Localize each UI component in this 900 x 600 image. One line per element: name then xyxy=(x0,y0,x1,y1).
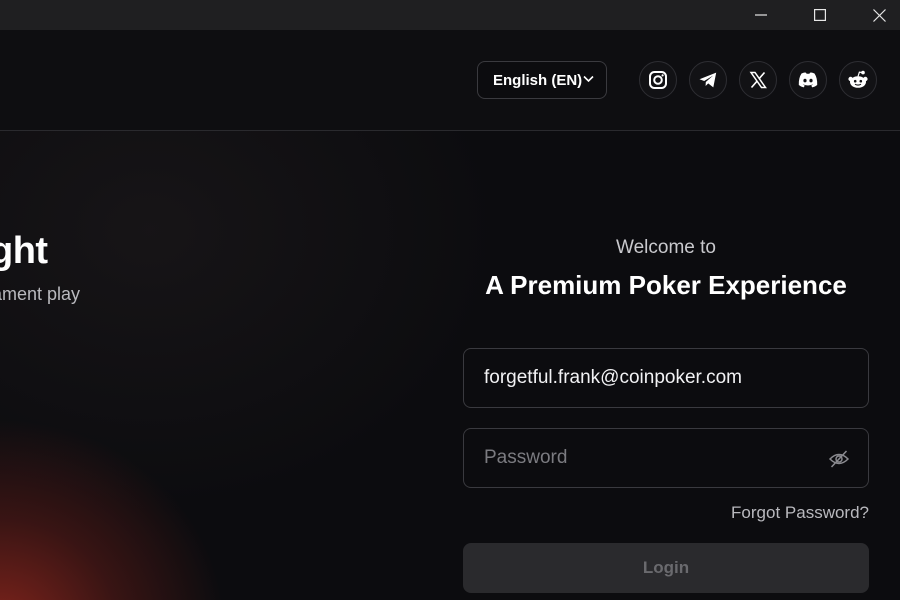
minimize-icon xyxy=(755,14,767,16)
reddit-icon xyxy=(848,70,868,88)
login-button[interactable]: Login xyxy=(463,543,869,593)
telegram-icon xyxy=(699,72,717,88)
maximize-button[interactable] xyxy=(797,0,843,30)
minimize-button[interactable] xyxy=(738,0,784,30)
x-link[interactable] xyxy=(739,61,777,99)
instagram-link[interactable] xyxy=(639,61,677,99)
reddit-link[interactable] xyxy=(839,61,877,99)
instagram-icon xyxy=(649,71,667,89)
welcome-text: Welcome to xyxy=(616,237,716,258)
password-input[interactable] xyxy=(484,447,824,469)
top-header: English (EN) xyxy=(0,30,900,131)
telegram-link[interactable] xyxy=(689,61,727,99)
language-select[interactable]: English (EN) xyxy=(477,61,607,99)
chevron-down-icon xyxy=(583,75,594,83)
maximize-icon xyxy=(814,9,826,21)
hero-subtitle: ament play xyxy=(0,284,81,304)
window-titlebar xyxy=(0,0,900,30)
close-icon xyxy=(872,8,886,22)
x-icon xyxy=(749,71,767,89)
discord-icon xyxy=(798,72,818,88)
eye-off-icon[interactable] xyxy=(828,448,850,470)
email-input[interactable] xyxy=(484,367,824,389)
app-window: English (EN) ght ament play Welcome to A… xyxy=(0,30,900,600)
email-field[interactable] xyxy=(463,348,869,408)
password-field[interactable] xyxy=(463,428,869,488)
hero-title: ght xyxy=(0,230,48,272)
discord-link[interactable] xyxy=(789,61,827,99)
forgot-password-link[interactable]: Forgot Password? xyxy=(731,503,869,523)
close-button[interactable] xyxy=(856,0,900,30)
language-label: English (EN) xyxy=(493,71,583,89)
login-headline: A Premium Poker Experience xyxy=(485,270,847,300)
